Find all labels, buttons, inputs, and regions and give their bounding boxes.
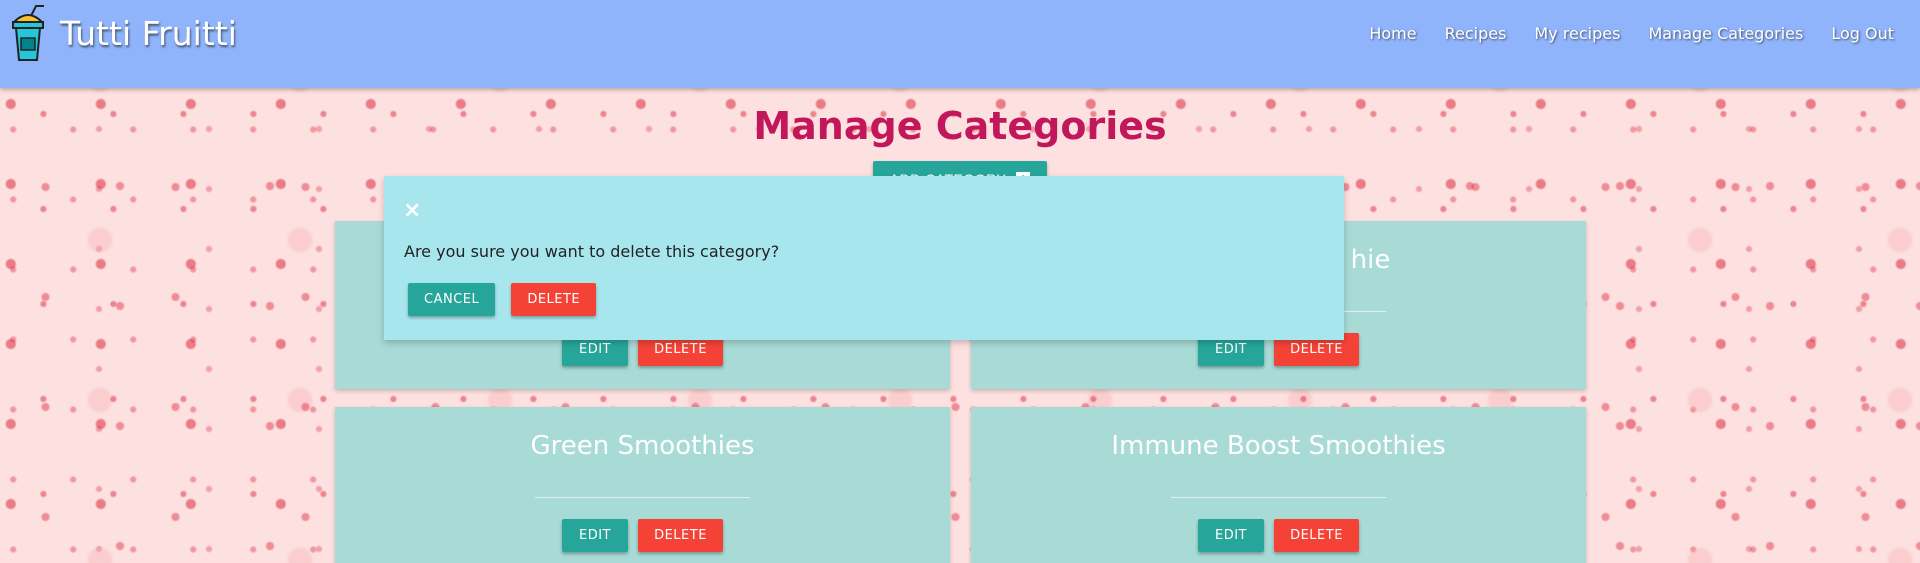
card-divider [1171,497,1386,498]
brand-title[interactable]: Tutti Fruitti [60,14,237,53]
category-card: Immune Boost Smoothies EDIT DELETE [971,407,1586,563]
edit-button[interactable]: EDIT [562,519,628,552]
delete-confirm-modal: × Are you sure you want to delete this c… [384,176,1344,340]
close-icon[interactable]: × [403,200,421,222]
page-title: Manage Categories [753,104,1167,148]
category-title: Immune Boost Smoothies [1111,431,1446,461]
nav-links: Home Recipes My recipes Manage Categorie… [1355,24,1908,43]
smoothie-cup-icon[interactable] [10,4,46,62]
nav-my-recipes[interactable]: My recipes [1520,24,1634,43]
nav-log-out[interactable]: Log Out [1817,24,1908,43]
confirm-delete-button[interactable]: DELETE [511,283,597,316]
edit-button[interactable]: EDIT [1198,519,1264,552]
modal-message: Are you sure you want to delete this cat… [404,242,780,261]
card-divider [535,497,750,498]
category-title: Green Smoothies [530,431,755,461]
navbar: Tutti Fruitti Home Recipes My recipes Ma… [0,0,1920,88]
delete-button[interactable]: DELETE [1274,519,1359,552]
cancel-button[interactable]: CANCEL [408,283,496,316]
nav-manage-categories[interactable]: Manage Categories [1634,24,1817,43]
nav-recipes[interactable]: Recipes [1431,24,1521,43]
category-card: Green Smoothies EDIT DELETE [335,407,950,563]
nav-home[interactable]: Home [1355,24,1430,43]
delete-button[interactable]: DELETE [638,519,723,552]
